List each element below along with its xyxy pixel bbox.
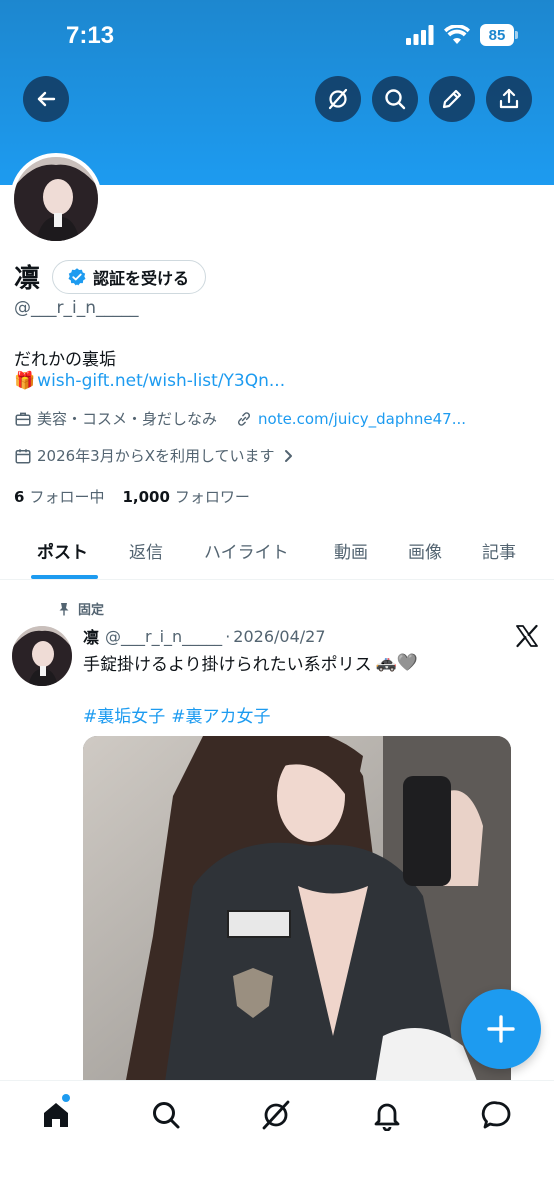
nav-home[interactable] (38, 1097, 74, 1133)
tab-highlights[interactable]: ハイライト (204, 520, 289, 580)
post-separator: · (225, 626, 231, 646)
status-icons: 85 (406, 24, 518, 46)
grok-icon (328, 88, 348, 110)
back-button[interactable] (23, 76, 69, 122)
hashtag-link[interactable]: #裏アカ女子 (171, 702, 270, 727)
post-body: 手錠掛けるより掛けられたい系ポリス (83, 655, 372, 675)
bio-link[interactable]: 🎁 wish-gift.net/wish-list/Y3Qn... (14, 371, 285, 391)
x-logo-icon[interactable] (515, 624, 539, 648)
search-icon (153, 1102, 180, 1129)
grok-icon (262, 1100, 290, 1130)
wifi-icon (444, 25, 470, 44)
message-icon (481, 1101, 511, 1129)
plus-icon (487, 1015, 515, 1043)
pinned-indicator: 固定 (58, 599, 104, 618)
calendar-icon (15, 448, 31, 463)
display-name: 凛 (14, 264, 41, 294)
name-row: 凛 認証を受ける (14, 258, 207, 295)
post-author-avatar[interactable] (12, 626, 72, 686)
tab-replies[interactable]: 返信 (129, 520, 163, 580)
bell-icon (374, 1103, 400, 1131)
tab-posts[interactable]: ポスト (37, 520, 88, 580)
grok-button[interactable] (315, 76, 361, 122)
compose-post-button[interactable] (461, 989, 541, 1069)
post-avatar-photo (12, 626, 72, 686)
edit-pencil-icon (442, 89, 462, 109)
share-icon (499, 88, 519, 109)
avatar-photo (14, 157, 98, 241)
pin-icon (59, 602, 69, 615)
signal-icon (406, 25, 434, 45)
active-tab-indicator (31, 575, 98, 579)
gift-emoji: 🎁 (14, 371, 36, 391)
edit-profile-button[interactable] (429, 76, 475, 122)
followers-link[interactable]: 1,000 フォロワー (122, 486, 249, 507)
profile-handle: @___r_i_n_____ (14, 298, 139, 318)
post-date[interactable]: 2026/04/27 (233, 627, 325, 646)
chevron-right-icon (284, 449, 292, 462)
search-button[interactable] (372, 76, 418, 122)
get-verified-label: 認証を受ける (93, 268, 190, 288)
tab-images[interactable]: 画像 (408, 520, 442, 580)
bottom-navigation (0, 1080, 554, 1199)
back-arrow-icon (37, 91, 56, 107)
post-text: 手錠掛けるより掛けられたい系ポリス 🚓🩶 (83, 650, 419, 676)
home-notification-dot (62, 1094, 70, 1102)
post-author-handle[interactable]: @___r_i_n_____ (105, 627, 222, 646)
joined-date: 2026年3月からXを利用しています (37, 447, 275, 465)
profile-banner: 7:13 85 (0, 0, 554, 185)
search-icon (385, 89, 406, 110)
profile-category: 美容・コスメ・身だしなみ (37, 410, 218, 428)
nav-search[interactable] (148, 1097, 184, 1133)
bio-link-text[interactable]: wish-gift.net/wish-list/Y3Qn... (37, 371, 285, 391)
profile-website-link[interactable]: note.com/juicy_daphne47... (258, 410, 466, 428)
profile-tabs: ポスト 返信 ハイライト 動画 画像 記事 (0, 520, 554, 580)
post-photo (83, 736, 511, 1096)
nav-notifications[interactable] (369, 1097, 405, 1133)
tab-articles[interactable]: 記事 (482, 520, 516, 580)
pinned-label: 固定 (78, 603, 105, 618)
post-image[interactable] (83, 736, 511, 1096)
get-verified-button[interactable]: 認証を受ける (52, 259, 207, 294)
following-label: フォロー中 (29, 488, 105, 506)
battery-level: 85 (480, 24, 514, 46)
status-time: 7:13 (66, 22, 115, 49)
post-author-name[interactable]: 凛 (83, 624, 99, 648)
following-link[interactable]: 6 フォロー中 (14, 486, 104, 507)
followers-label: フォロワー (174, 488, 250, 506)
profile-bio: だれかの裏垢 (14, 350, 116, 370)
following-count: 6 (14, 487, 25, 506)
profile-meta-row: 美容・コスメ・身だしなみ note.com/juicy_daphne47... (14, 408, 466, 429)
hashtag-link[interactable]: #裏垢女子 (83, 702, 165, 727)
joined-date-row[interactable]: 2026年3月からXを利用しています (14, 445, 295, 466)
follow-stats: 6 フォロー中 1,000 フォロワー (14, 486, 250, 507)
post-emoji: 🚓🩶 (375, 652, 419, 673)
verified-badge-icon (68, 267, 86, 285)
post-hashtags: #裏垢女子 #裏アカ女子 (83, 702, 271, 727)
link-icon (238, 411, 251, 426)
tab-videos[interactable]: 動画 (334, 520, 368, 580)
nav-grok[interactable] (258, 1097, 294, 1133)
home-icon (44, 1103, 68, 1127)
profile-avatar[interactable] (10, 153, 102, 245)
battery-indicator: 85 (480, 24, 518, 46)
followers-count: 1,000 (122, 487, 170, 506)
nav-messages[interactable] (479, 1097, 515, 1133)
post-header: 凛 @___r_i_n_____ · 2026/04/27 (83, 624, 326, 648)
share-button[interactable] (486, 76, 532, 122)
briefcase-icon (15, 412, 31, 426)
